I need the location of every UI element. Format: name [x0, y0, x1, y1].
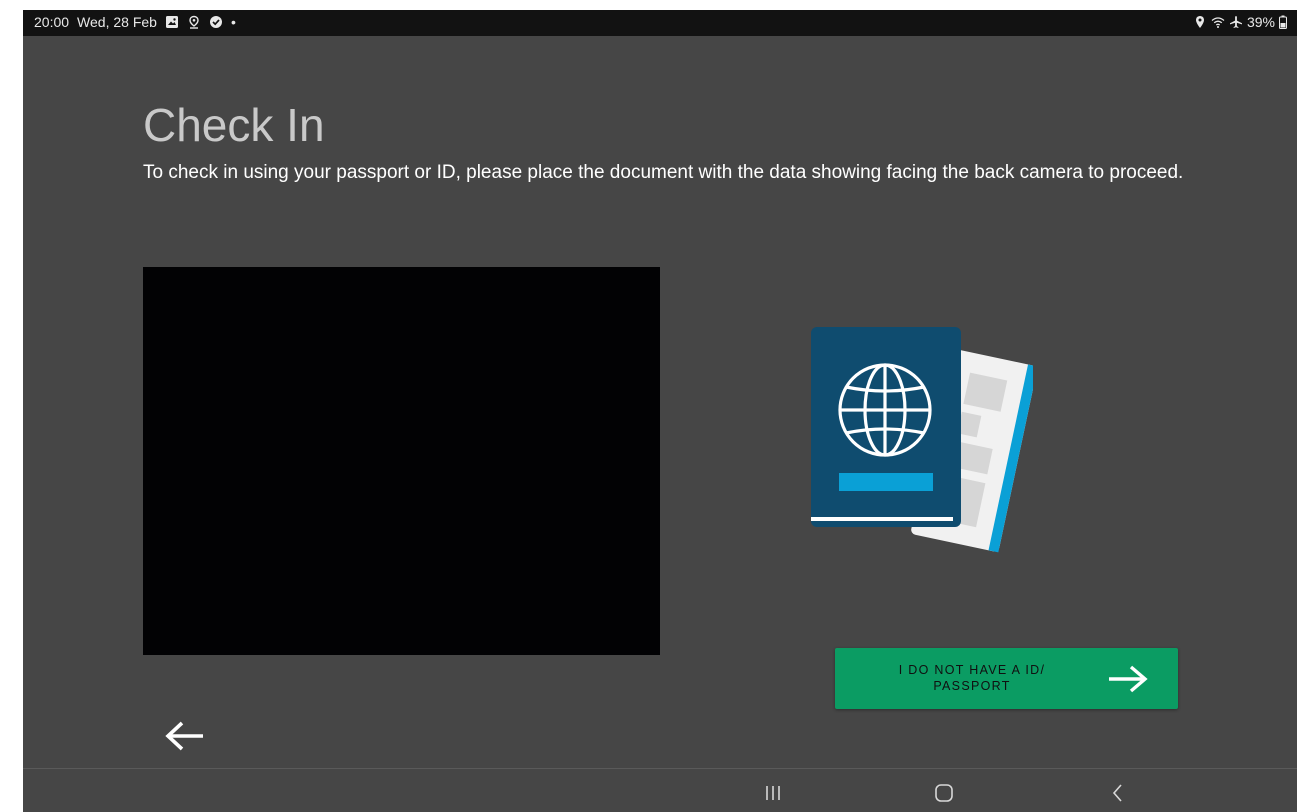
status-date: Wed, 28 Feb [77, 14, 157, 30]
wifi-icon [1211, 15, 1225, 29]
recent-apps-icon[interactable] [759, 781, 789, 805]
location-icon [1193, 15, 1207, 29]
status-left: 20:00 Wed, 28 Feb • [34, 14, 236, 30]
arrow-right-icon [1106, 664, 1150, 694]
arrow-left-icon [165, 721, 203, 751]
device-screen: 20:00 Wed, 28 Feb • 39% Check In To chec… [23, 10, 1297, 812]
status-dot: • [230, 14, 236, 30]
location-pin-icon [187, 15, 201, 29]
system-nav-bar [23, 768, 1297, 812]
passport-illustration [803, 315, 1038, 560]
status-right: 39% [1193, 14, 1287, 30]
page-title: Check In [143, 99, 325, 151]
back-button[interactable] [161, 716, 207, 756]
home-icon[interactable] [929, 781, 959, 805]
no-id-passport-label: I DO NOT HAVE A ID/ PASSPORT [898, 663, 1046, 693]
check-circle-icon [209, 15, 223, 29]
airplane-icon [1229, 15, 1243, 29]
battery-percent: 39% [1246, 14, 1275, 30]
battery-icon [1279, 15, 1287, 29]
status-bar: 20:00 Wed, 28 Feb • 39% [23, 10, 1297, 36]
status-time: 20:00 [34, 14, 70, 30]
instructions-text: To check in using your passport or ID, p… [143, 162, 1184, 183]
gallery-icon [165, 15, 179, 29]
no-id-passport-button[interactable]: I DO NOT HAVE A ID/ PASSPORT [835, 648, 1178, 709]
back-nav-icon[interactable] [1103, 781, 1133, 805]
passport-image [811, 327, 1038, 553]
camera-preview [143, 267, 660, 655]
